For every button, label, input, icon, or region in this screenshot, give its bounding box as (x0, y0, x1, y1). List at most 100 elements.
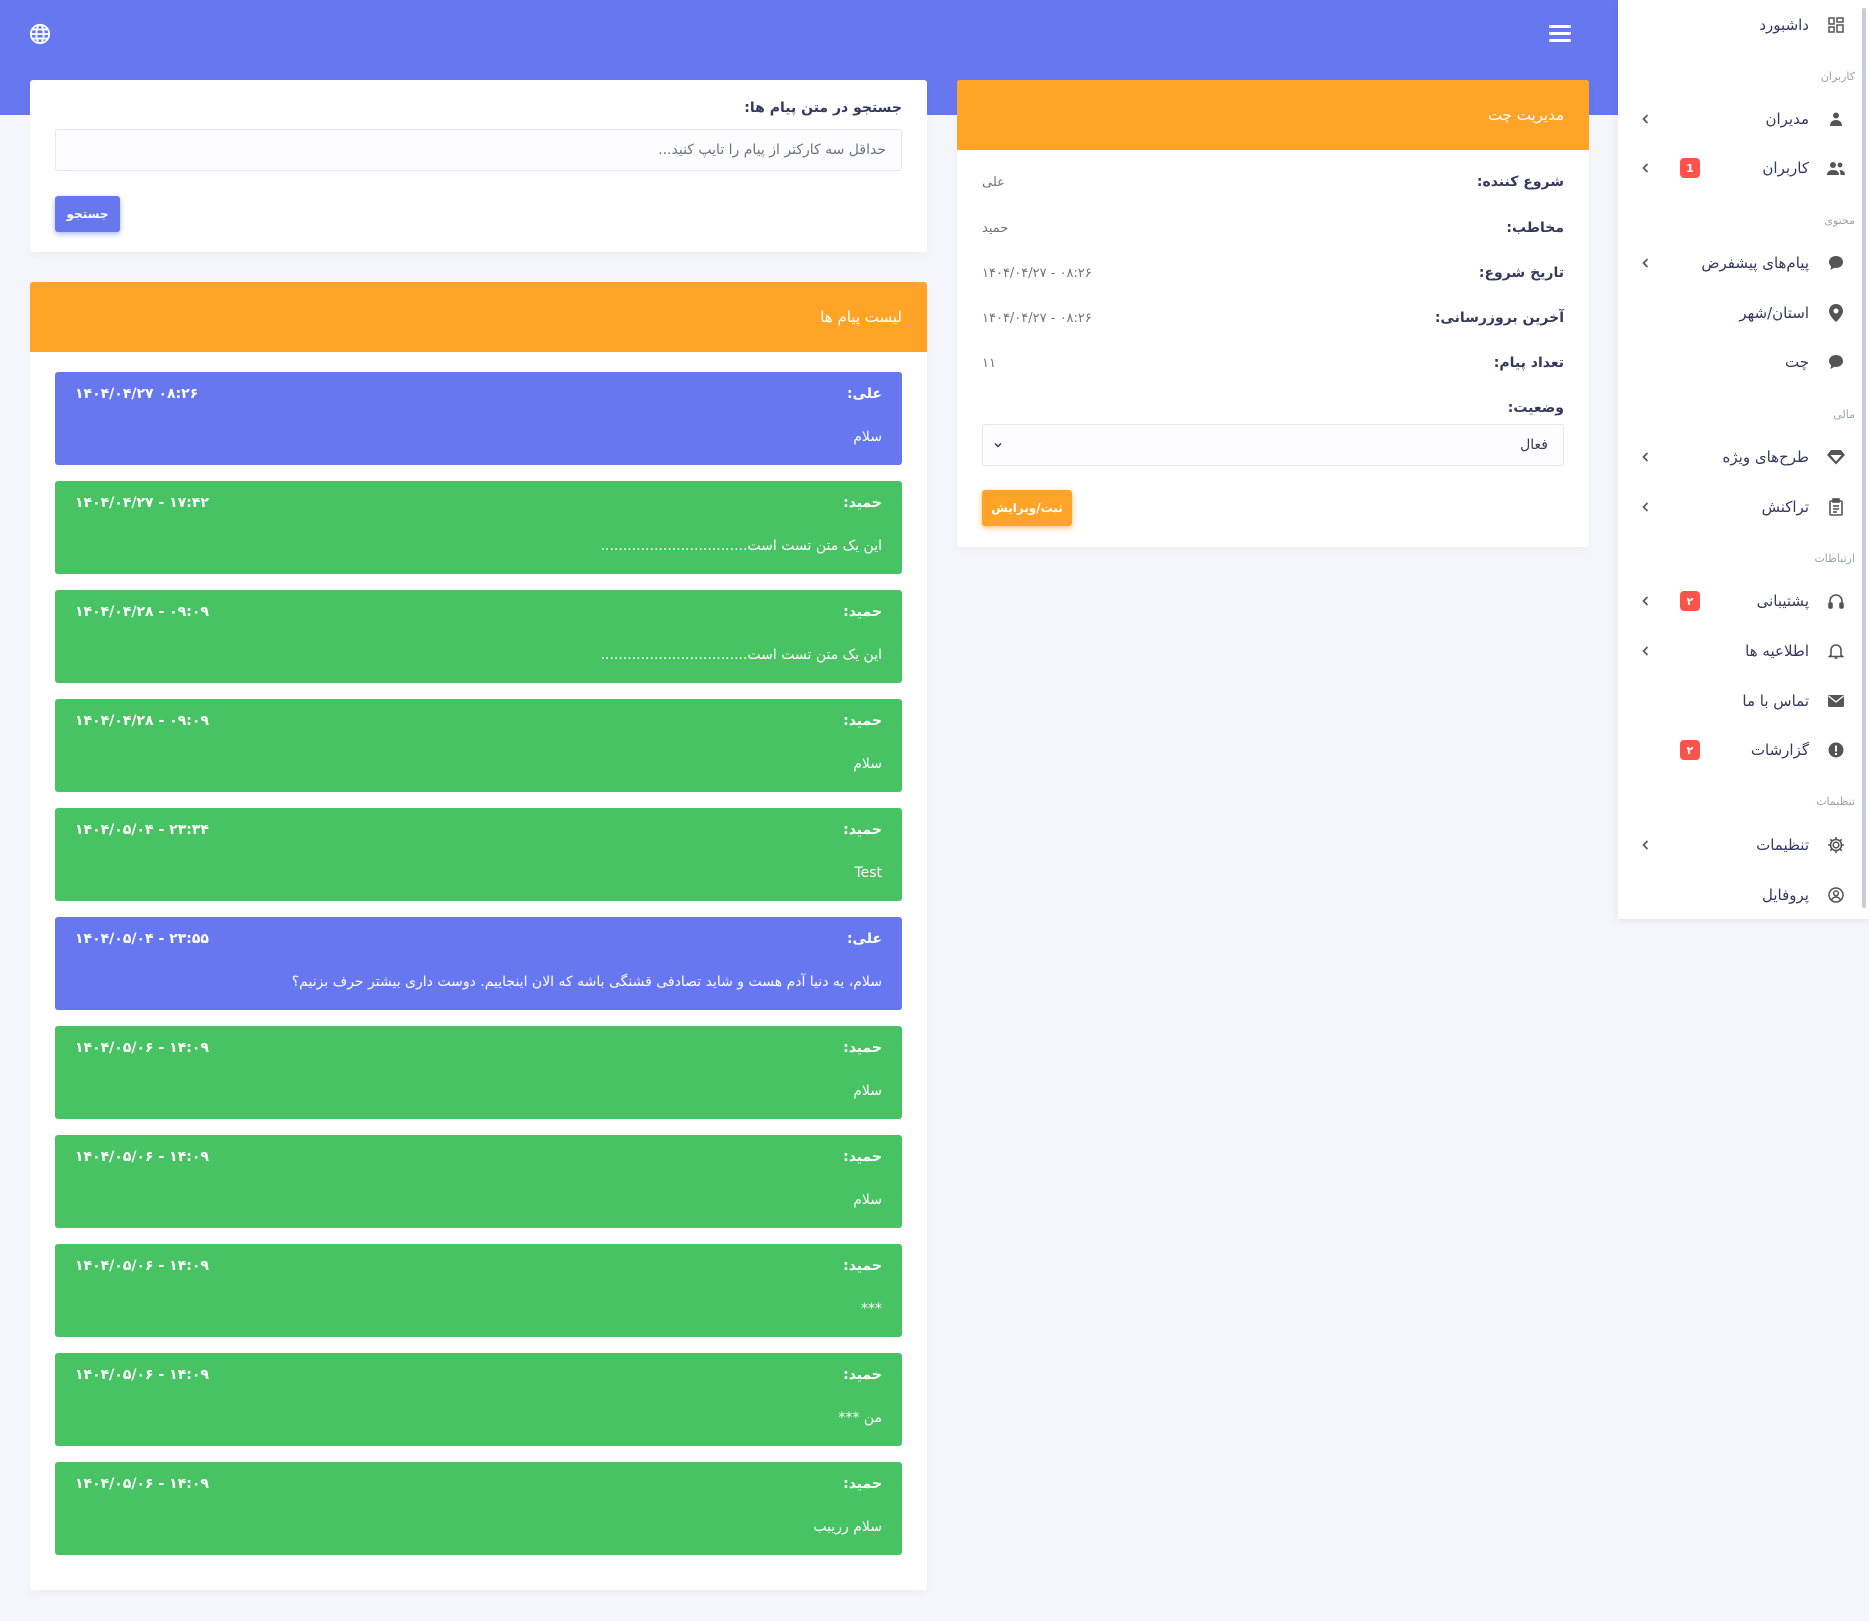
sidebar-item-dashboard[interactable]: داشبورد (1618, 5, 1869, 45)
sidebar-item-label: پشتیبانی (1756, 592, 1809, 610)
message-item: علی: ۱۴۰۴/۰۵/۰۴ - ۲۳:۵۵ سلام، یه دنیا آدم … (55, 917, 902, 1010)
sidebar-item-label: اطلاعیه ها (1745, 642, 1809, 660)
message-sender: حمید: (843, 1258, 882, 1274)
message-text: این یک متن تست است......................… (600, 647, 882, 663)
message-count-value: ۱۱ (982, 356, 996, 371)
sidebar-item-settings[interactable]: تنظیمات (1618, 825, 1869, 865)
chevron-down-icon (994, 442, 1002, 448)
chevron-left-icon (1642, 163, 1649, 173)
chat-card-title: مدیریت چت (957, 80, 1589, 150)
support-badge: ۲ (1680, 591, 1700, 611)
message-sender: حمید: (843, 604, 882, 620)
starter-label: شروع کننده: (1476, 174, 1564, 190)
users-icon (1827, 159, 1845, 177)
sidebar-item-label: پروفایل (1762, 886, 1809, 904)
message-item: حمید: ۱۴۰۴/۰۴/۲۷ - ۱۷:۴۲ این یک متن تست اس… (55, 481, 902, 574)
message-text: این یک متن تست است......................… (600, 538, 882, 554)
message-date: ۱۴۰۴/۰۴/۲۷ - ۱۷:۴۲ (75, 495, 209, 511)
message-date: ۱۴۰۴/۰۵/۰۶ - ۱۴:۰۹ (75, 1367, 209, 1383)
sidebar-item-chat[interactable]: چت (1618, 342, 1869, 382)
sidebar-heading-users: کاربران (1820, 70, 1855, 83)
diamond-icon (1827, 448, 1845, 466)
bell-icon (1827, 642, 1845, 660)
sidebar-heading-content: محتوی (1824, 214, 1855, 227)
clipboard-icon (1827, 498, 1845, 516)
sidebar-item-label: چت (1784, 353, 1809, 371)
messages-card-title: لیست پیام ها (30, 282, 927, 352)
starter-value: علی (982, 175, 1005, 190)
message-item: حمید: ۱۴۰۴/۰۵/۰۶ - ۱۴:۰۹ من *** (55, 1353, 902, 1446)
sidebar-item-label: مدیران (1765, 110, 1809, 128)
search-input[interactable] (55, 129, 902, 171)
message-sender: حمید: (843, 1476, 882, 1492)
recipient-value: حمید (982, 221, 1009, 236)
alert-circle-icon (1827, 741, 1845, 759)
chevron-left-icon (1642, 596, 1649, 606)
sidebar-item-transaction[interactable]: تراکنش (1618, 487, 1869, 527)
status-select[interactable]: فعال (982, 424, 1564, 466)
sidebar-item-label: داشبورد (1759, 16, 1809, 34)
message-text: سلام (853, 429, 882, 445)
message-count-label: تعداد پیام: (1493, 355, 1564, 371)
messages-list-card: لیست پیام ها علی: ۱۴۰۴/۰۴/۲۷ ۰۸:۲۶ سلام حمی… (30, 282, 927, 1590)
sidebar-item-announcements[interactable]: اطلاعیه ها (1618, 631, 1869, 671)
chevron-left-icon (1642, 452, 1649, 462)
message-date: ۱۴۰۴/۰۵/۰۶ - ۱۴:۰۹ (75, 1040, 209, 1056)
message-sender: حمید: (843, 822, 882, 838)
chevron-left-icon (1642, 258, 1649, 268)
users-badge: 1 (1680, 158, 1700, 178)
submit-edit-button[interactable]: ثبت/ویرایش (982, 490, 1072, 526)
message-item: حمید: ۱۴۰۴/۰۴/۲۸ - ۰۹:۰۹ این یک متن تست اس… (55, 590, 902, 683)
chevron-left-icon (1642, 114, 1649, 124)
message-text: من *** (838, 1410, 882, 1426)
status-label: وضعیت: (1507, 400, 1564, 416)
sidebar-item-special-plans[interactable]: طرح‌های ویژه (1618, 437, 1869, 477)
sidebar-item-profile[interactable]: پروفایل (1618, 875, 1869, 915)
message-date: ۱۴۰۴/۰۴/۲۸ - ۰۹:۰۹ (75, 713, 209, 729)
admin-user-icon (1827, 110, 1845, 128)
message-sender: حمید: (843, 1040, 882, 1056)
menu-toggle-icon[interactable] (1549, 25, 1571, 45)
envelope-icon (1827, 692, 1845, 710)
message-date: ۱۴۰۴/۰۵/۰۶ - ۱۴:۰۹ (75, 1476, 209, 1492)
sidebar-item-users[interactable]: کاربران 1 (1618, 148, 1869, 188)
message-sender: علی: (846, 386, 882, 402)
message-item: حمید: ۱۴۰۴/۰۵/۰۶ - ۱۴:۰۹ سلام رریبب (55, 1462, 902, 1555)
message-sender: حمید: (843, 713, 882, 729)
message-date: ۱۴۰۴/۰۵/۰۶ - ۱۴:۰۹ (75, 1258, 209, 1274)
gear-icon (1827, 836, 1845, 854)
dashboard-icon (1827, 16, 1845, 34)
sidebar: داشبورد کاربران مدیران کاربران 1 محتوی پ… (1618, 0, 1869, 919)
message-sender: علی: (846, 931, 882, 947)
sidebar-heading-settings: تنظیمات (1816, 795, 1855, 808)
last-update-label: آخرین بروزرسانی: (1434, 310, 1564, 326)
message-date: ۱۴۰۴/۰۵/۰۶ - ۱۴:۰۹ (75, 1149, 209, 1165)
message-item: حمید: ۱۴۰۴/۰۵/۰۶ - ۱۴:۰۹ *** (55, 1244, 902, 1337)
sidebar-item-contact-us[interactable]: تماس با ما (1618, 681, 1869, 721)
sidebar-item-default-messages[interactable]: پیام‌های پیشفرض (1618, 243, 1869, 283)
sidebar-item-reports[interactable]: گزارشات ۲ (1618, 730, 1869, 770)
globe-icon[interactable] (29, 23, 51, 45)
message-icon (1827, 254, 1845, 272)
message-text: *** (861, 1301, 882, 1317)
start-date-value: ۱۴۰۴/۰۴/۲۷ - ۰۸:۲۶ (982, 266, 1092, 281)
chat-management-card: مدیریت چت شروع کننده: علی مخاطب: حمید تا… (957, 80, 1589, 547)
message-sender: حمید: (843, 495, 882, 511)
message-sender: حمید: (843, 1367, 882, 1383)
chat-icon (1827, 353, 1845, 371)
sidebar-item-label: تماس با ما (1742, 692, 1809, 710)
sidebar-item-province-city[interactable]: استان/شهر (1618, 293, 1869, 333)
sidebar-item-admins[interactable]: مدیران (1618, 99, 1869, 139)
sidebar-heading-finance: مالی (1833, 408, 1855, 421)
search-label: جستجو در متن پیام ها: (744, 100, 902, 116)
chevron-left-icon (1642, 840, 1649, 850)
sidebar-item-label: طرح‌های ویژه (1722, 448, 1809, 466)
sidebar-item-label: تنظیمات (1756, 836, 1809, 854)
sidebar-item-support[interactable]: پشتیبانی ۲ (1618, 581, 1869, 621)
message-date: ۱۴۰۴/۰۵/۰۴ - ۲۳:۳۴ (75, 822, 209, 838)
message-item: حمید: ۱۴۰۴/۰۵/۰۴ - ۲۳:۳۴ Test (55, 808, 902, 901)
sidebar-item-label: تراکنش (1761, 498, 1809, 516)
search-button[interactable]: جستجو (55, 196, 120, 232)
profile-icon (1827, 886, 1845, 904)
headphones-icon (1827, 592, 1845, 610)
